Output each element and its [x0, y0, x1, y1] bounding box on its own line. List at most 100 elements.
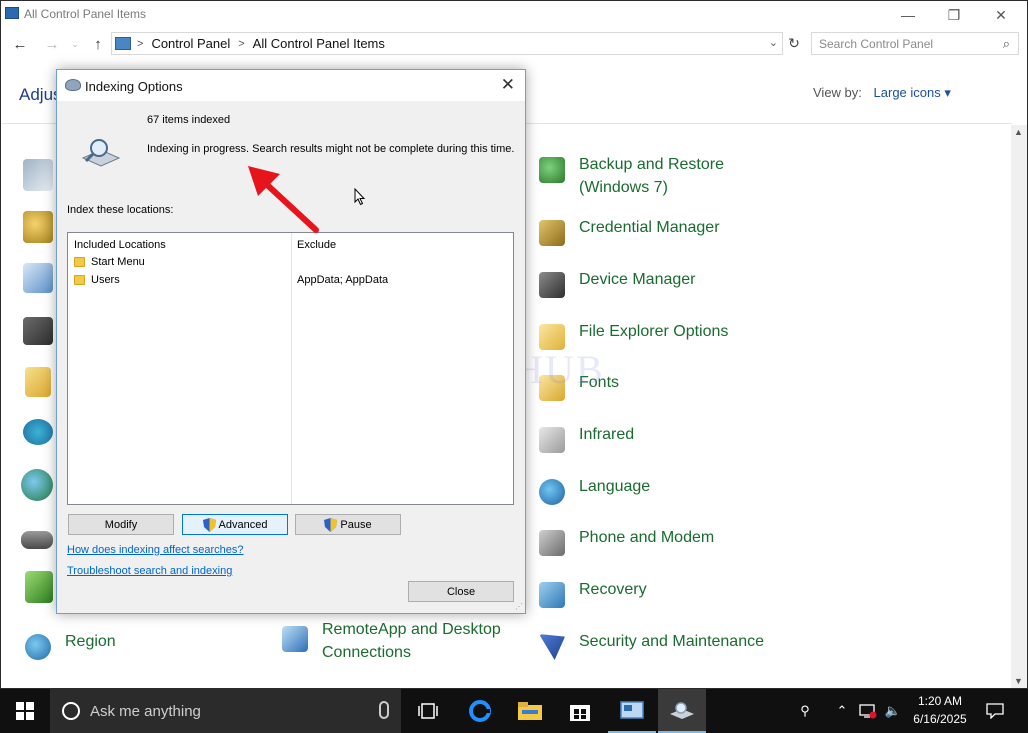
- cp-item-label: Backup and Restore (Windows 7): [579, 156, 724, 196]
- cp-item-remoteapp[interactable]: RemoteApp and Desktop Connections: [278, 618, 512, 664]
- resize-grip-icon[interactable]: ⋰: [515, 602, 523, 611]
- recent-locations-chevron-icon[interactable]: ⌄: [65, 34, 85, 54]
- troubleshoot-link[interactable]: Troubleshoot search and indexing: [67, 565, 232, 577]
- scroll-up-icon[interactable]: ▲: [1014, 127, 1023, 137]
- clock[interactable]: 1:20 AM 6/16/2025: [905, 692, 975, 728]
- search-input[interactable]: Search Control Panel ⌕: [811, 32, 1019, 55]
- key-icon[interactable]: [23, 211, 53, 243]
- cp-item-region[interactable]: Region: [21, 630, 116, 664]
- internet-options-icon[interactable]: [21, 469, 53, 501]
- cp-item-security-maintenance[interactable]: Security and Maintenance: [535, 630, 764, 664]
- forward-arrow-icon[interactable]: →: [42, 34, 62, 54]
- pause-label: Pause: [340, 518, 372, 531]
- printer-icon[interactable]: [23, 317, 53, 345]
- breadcrumb-all-items[interactable]: All Control Panel Items: [253, 36, 385, 51]
- cp-item-label: Security and Maintenance: [579, 633, 764, 650]
- locations-list[interactable]: Included Locations Exclude Start Menu Us…: [67, 232, 514, 505]
- breadcrumb-separator: >: [137, 37, 144, 50]
- cp-item-recovery[interactable]: Recovery: [535, 578, 647, 612]
- cortana-placeholder: Ask me anything: [90, 702, 201, 720]
- close-dialog-button[interactable]: Close: [408, 581, 514, 602]
- cp-item-label: Language: [579, 478, 651, 495]
- navigation-bar: ← → ⌄ ↑ > Control Panel > All Control Pa…: [1, 31, 1027, 57]
- microphone-icon[interactable]: [379, 701, 389, 719]
- back-arrow-icon[interactable]: ←: [10, 34, 30, 54]
- recovery-icon: [535, 578, 569, 612]
- address-bar[interactable]: > Control Panel > All Control Panel Item…: [111, 32, 783, 55]
- task-view-icon[interactable]: [404, 689, 452, 733]
- location-row[interactable]: Start Menu: [74, 256, 145, 268]
- included-locations-header[interactable]: Included Locations: [74, 239, 166, 251]
- indexing-magnifier-icon: [81, 139, 121, 167]
- how-indexing-link[interactable]: How does indexing affect searches?: [67, 544, 244, 556]
- taskbar: Ask me anything ⚲ ⌃ 🔈 1:20 AM 6/16/2025: [0, 689, 1028, 733]
- items-indexed-count: 67 items indexed: [147, 114, 231, 126]
- infrared-icon: [535, 423, 569, 457]
- file-explorer-icon[interactable]: [506, 689, 554, 733]
- cp-item-credential-manager[interactable]: Credential Manager: [535, 216, 720, 250]
- show-hidden-icons-chevron-icon[interactable]: ⌃: [832, 689, 852, 733]
- search-icon[interactable]: ⌕: [1003, 36, 1010, 52]
- people-icon[interactable]: ⚲: [790, 689, 820, 733]
- breadcrumb-control-panel[interactable]: Control Panel: [151, 36, 230, 51]
- scroll-down-icon[interactable]: ▼: [1014, 676, 1023, 686]
- up-arrow-icon[interactable]: ↑: [88, 34, 108, 54]
- cp-item-label: Credential Manager: [579, 219, 720, 236]
- advanced-button[interactable]: Advanced: [182, 514, 288, 535]
- start-button[interactable]: [0, 689, 50, 733]
- cortana-icon: [62, 702, 80, 720]
- location-name: Start Menu: [91, 256, 145, 268]
- control-panel-small-icon: [115, 37, 131, 50]
- column-divider: [291, 233, 292, 504]
- action-center-notification-icon[interactable]: [980, 689, 1010, 733]
- cp-item-backup[interactable]: Backup and Restore (Windows 7): [535, 153, 739, 199]
- exclude-header[interactable]: Exclude: [297, 239, 336, 251]
- clock-time: 1:20 AM: [917, 694, 963, 708]
- breadcrumb-separator: >: [238, 37, 245, 50]
- network-disconnected-icon[interactable]: [856, 689, 880, 733]
- phone-modem-icon: [535, 526, 569, 560]
- dialog-title-bar: Indexing Options ✕: [57, 70, 525, 101]
- cp-item-phone-modem[interactable]: Phone and Modem: [535, 526, 714, 560]
- index-locations-label: Index these locations:: [67, 204, 174, 216]
- maximize-button[interactable]: ❐: [931, 1, 977, 29]
- minimize-button[interactable]: —: [885, 1, 931, 29]
- power-options-icon[interactable]: [25, 571, 53, 603]
- indexing-icon: [65, 79, 81, 91]
- cp-item-label: Phone and Modem: [579, 529, 715, 546]
- vertical-scrollbar[interactable]: ▲ ▼: [1011, 125, 1027, 688]
- store-icon[interactable]: [556, 689, 604, 733]
- credential-icon: [535, 216, 569, 250]
- edge-icon[interactable]: [456, 689, 504, 733]
- action-center-icon[interactable]: [23, 159, 53, 191]
- cp-item-device-manager[interactable]: Device Manager: [535, 268, 696, 302]
- location-row[interactable]: Users: [74, 274, 120, 286]
- refresh-icon[interactable]: ↻: [784, 33, 804, 54]
- folder-sync-icon[interactable]: [25, 367, 51, 397]
- remoteapp-icon: [278, 618, 312, 652]
- volume-icon[interactable]: 🔈: [882, 689, 904, 733]
- dialog-close-icon[interactable]: ✕: [501, 75, 515, 95]
- address-dropdown-icon[interactable]: ⌄: [769, 36, 778, 49]
- folder-icon: [74, 275, 85, 285]
- mouse-icon[interactable]: [21, 531, 53, 549]
- annotation-arrow-icon: [248, 166, 319, 233]
- view-by: View by: Large icons ▾: [813, 85, 951, 101]
- homegroup-icon[interactable]: [23, 419, 53, 445]
- dialog-title: Indexing Options: [85, 79, 183, 94]
- indexing-status: Indexing in progress. Search results mig…: [147, 143, 515, 155]
- pause-button[interactable]: Pause: [295, 514, 401, 535]
- cp-item-language[interactable]: Language: [535, 475, 650, 509]
- location-name: Users: [91, 274, 120, 286]
- indexing-options-dialog: Indexing Options ✕ 67 items indexed Inde…: [56, 69, 526, 614]
- cp-item-label: RemoteApp and Desktop Connections: [322, 621, 501, 661]
- window-title: All Control Panel Items: [24, 7, 147, 21]
- modify-button[interactable]: Modify: [68, 514, 174, 535]
- indexing-options-taskbar-icon[interactable]: [658, 689, 706, 733]
- view-by-dropdown[interactable]: Large icons ▾: [874, 85, 951, 100]
- control-panel-taskbar-icon[interactable]: [608, 689, 656, 733]
- date-time-icon[interactable]: [23, 263, 53, 293]
- close-button[interactable]: ✕: [978, 1, 1024, 29]
- cortana-search-box[interactable]: Ask me anything: [50, 689, 401, 733]
- cp-item-infrared[interactable]: Infrared: [535, 423, 634, 457]
